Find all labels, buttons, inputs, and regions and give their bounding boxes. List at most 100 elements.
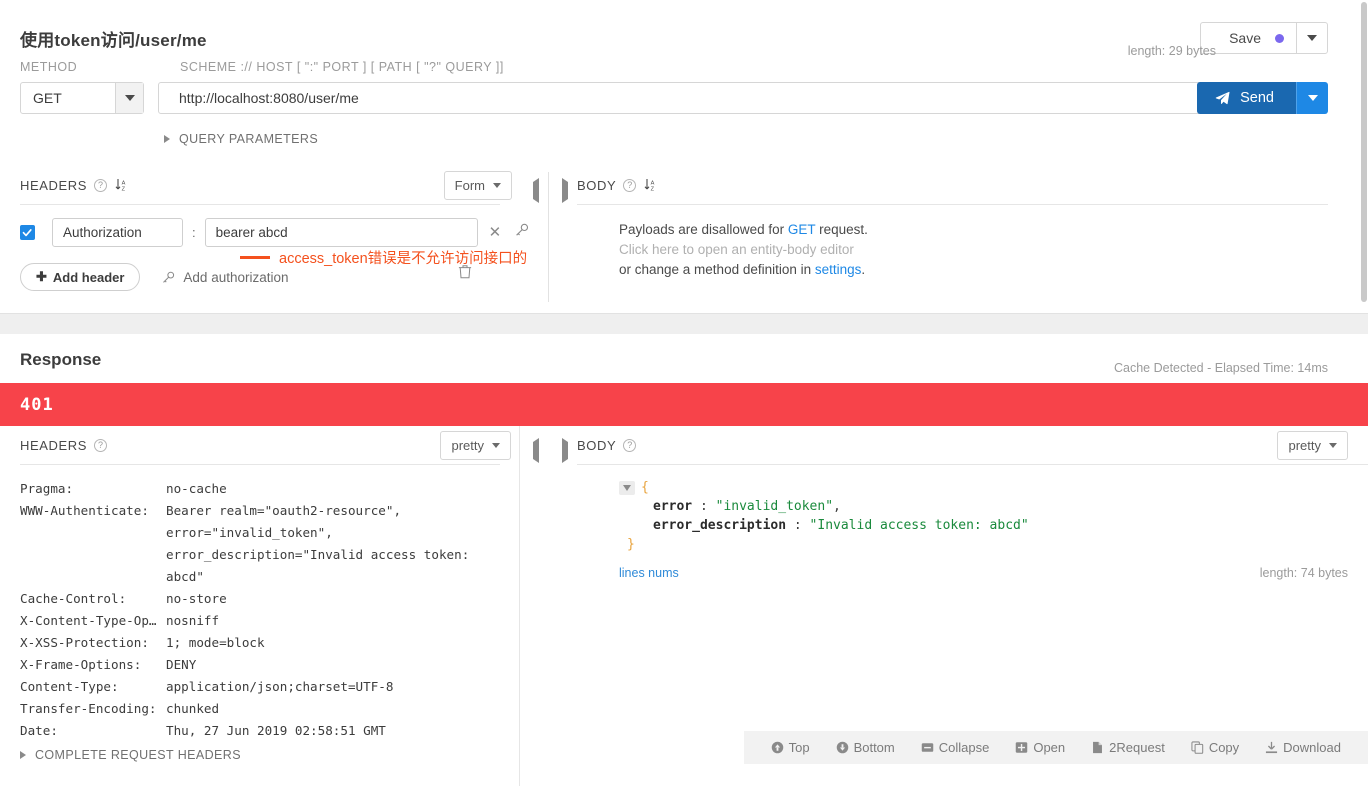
check-icon xyxy=(22,229,32,237)
response-body-title: BODY xyxy=(577,437,617,453)
response-body-view-mode-select[interactable]: pretty xyxy=(1277,431,1348,460)
triangle-down-icon xyxy=(623,484,631,491)
header-value: no-store xyxy=(166,591,227,606)
annotation-callout: access_token错误是不允许访问接口的 xyxy=(240,247,527,268)
help-icon[interactable]: ? xyxy=(623,178,637,192)
header-value: DENY xyxy=(166,657,197,672)
sort-az-icon[interactable]: A Z xyxy=(115,178,128,192)
scroll-top-button[interactable]: Top xyxy=(758,740,823,755)
paper-plane-icon xyxy=(1215,91,1230,105)
header-value: 1; mode=block xyxy=(166,635,265,650)
json-entry: error_description : "Invalid access toke… xyxy=(619,516,1029,535)
collapse-body-pane-button[interactable] xyxy=(562,178,568,203)
settings-link[interactable]: settings xyxy=(815,262,862,277)
method-dropdown-button[interactable] xyxy=(115,83,143,113)
download-button[interactable]: Download xyxy=(1252,740,1354,755)
request-body-message: Payloads are disallowed for GET request.… xyxy=(619,220,868,280)
header-value: chunked xyxy=(166,701,220,716)
svg-text:Z: Z xyxy=(651,186,655,192)
headers-view-mode-select[interactable]: Form xyxy=(443,171,512,200)
response-body-header: BODY ? pretty xyxy=(577,426,1368,464)
url-label: SCHEME :// HOST [ ":" PORT ] [ PATH [ "?… xyxy=(180,60,504,74)
table-row: Transfer-Encoding: chunked xyxy=(20,698,515,720)
annotation-text: access_token错误是不允许访问接口的 xyxy=(279,251,528,267)
payload-disallowed-line: Payloads are disallowed for GET request. xyxy=(619,220,868,240)
method-select[interactable]: GET xyxy=(20,82,144,114)
request-count-label: 2Request xyxy=(1109,740,1165,755)
table-row: WWW-Authenticate: Bearer realm="oauth2-r… xyxy=(20,500,515,588)
scroll-bottom-button[interactable]: Bottom xyxy=(823,740,908,755)
save-dropdown-button[interactable] xyxy=(1296,23,1327,53)
header-value: Bearer realm="oauth2-resource", error="i… xyxy=(166,503,470,584)
annotation-line xyxy=(240,256,270,259)
request-body-header: BODY ? A Z xyxy=(577,166,1368,204)
panel-gap xyxy=(0,314,1368,334)
cache-elapsed-info: Cache Detected - Elapsed Time: 14ms xyxy=(1114,361,1328,375)
open-all-button[interactable]: Open xyxy=(1002,740,1078,755)
header-key: X-Content-Type-Op… xyxy=(20,613,157,628)
json-open-brace: { xyxy=(641,480,649,495)
response-headers-table: Pragma: no-cache WWW-Authenticate: Beare… xyxy=(20,478,515,742)
lines-nums-link[interactable]: lines nums xyxy=(619,566,679,580)
sort-az-icon[interactable]: A Z xyxy=(644,178,657,192)
json-entry: error : "invalid_token", xyxy=(619,497,1029,516)
send-dropdown-button[interactable] xyxy=(1296,82,1328,114)
response-body-length-label: length: 74 bytes xyxy=(1259,566,1348,580)
response-body-toolbar: Top Bottom Collapse Open 2Request Copy D… xyxy=(743,731,1368,764)
header-row: Authorization : bearer abcd ✕ xyxy=(20,218,529,247)
response-headers-view-mode-select[interactable]: pretty xyxy=(440,431,511,460)
status-code: 401 xyxy=(20,394,54,415)
query-parameters-toggle[interactable]: QUERY PARAMETERS xyxy=(164,132,318,146)
collapse-headers-pane-button[interactable] xyxy=(533,178,539,203)
json-key: error_description xyxy=(653,518,787,533)
open-editor-hint[interactable]: Click here to open an entity-body editor xyxy=(619,240,868,260)
response-body-view-mode-value: pretty xyxy=(1288,438,1321,453)
scroll-bottom-label: Bottom xyxy=(853,740,895,755)
add-header-button[interactable]: ✚ Add header xyxy=(20,263,141,291)
copy-button[interactable]: Copy xyxy=(1178,740,1252,755)
header-value: nosniff xyxy=(166,613,220,628)
response-headers-view-mode-value: pretty xyxy=(451,438,484,453)
request-count-button[interactable]: 2Request xyxy=(1078,740,1178,755)
url-input[interactable]: http://localhost:8080/user/me xyxy=(158,82,1201,114)
table-row: Date: Thu, 27 Jun 2019 02:58:51 GMT xyxy=(20,720,515,742)
complete-request-headers-toggle[interactable]: COMPLETE REQUEST HEADERS xyxy=(20,748,241,762)
chevron-down-icon xyxy=(492,443,500,448)
help-icon[interactable]: ? xyxy=(94,438,108,452)
request-length-label: length: 29 bytes xyxy=(1127,44,1216,58)
collapse-response-headers-button[interactable] xyxy=(533,438,539,463)
triangle-right-icon xyxy=(164,135,170,143)
download-label: Download xyxy=(1283,740,1341,755)
plus-icon: ✚ xyxy=(36,269,47,284)
header-value-input[interactable]: bearer abcd xyxy=(204,218,478,247)
header-value-text: bearer abcd xyxy=(215,225,288,240)
request-body-pane: BODY ? A Z Payloads are disallowed for G… xyxy=(577,166,1368,314)
method-link[interactable]: GET xyxy=(788,222,816,237)
request-headers-title: HEADERS xyxy=(20,177,88,193)
help-icon[interactable]: ? xyxy=(623,438,637,452)
json-close-brace: } xyxy=(627,537,635,552)
send-button[interactable]: Send xyxy=(1197,82,1296,114)
triangle-right-icon xyxy=(20,751,26,759)
page-scrollbar[interactable] xyxy=(1360,0,1368,786)
remove-header-icon[interactable]: ✕ xyxy=(489,225,502,240)
add-authorization-button[interactable]: Add authorization xyxy=(162,270,289,285)
header-key: Content-Type: xyxy=(20,679,119,694)
json-collapse-toggle[interactable] xyxy=(619,480,635,495)
header-name-input[interactable]: Authorization xyxy=(52,218,183,247)
collapse-all-button[interactable]: Collapse xyxy=(908,740,1003,755)
chevron-down-icon xyxy=(1307,35,1317,41)
help-icon[interactable]: ? xyxy=(94,178,108,192)
scrollbar-thumb[interactable] xyxy=(1361,2,1367,302)
json-root-line: { xyxy=(619,478,1029,497)
header-enabled-checkbox[interactable] xyxy=(20,225,35,240)
add-header-label: Add header xyxy=(52,269,125,285)
settings-hint-line: or change a method definition in setting… xyxy=(619,260,868,280)
sort-az-glyph: A Z xyxy=(644,179,655,192)
table-row: X-Content-Type-Op… nosniff xyxy=(20,610,515,632)
json-viewer: { error : "invalid_token", error_descrip… xyxy=(619,478,1029,554)
chevron-down-icon xyxy=(124,95,135,101)
header-key: Date: xyxy=(20,723,58,738)
collapse-response-body-button[interactable] xyxy=(562,438,568,463)
table-row: Pragma: no-cache xyxy=(20,478,515,500)
